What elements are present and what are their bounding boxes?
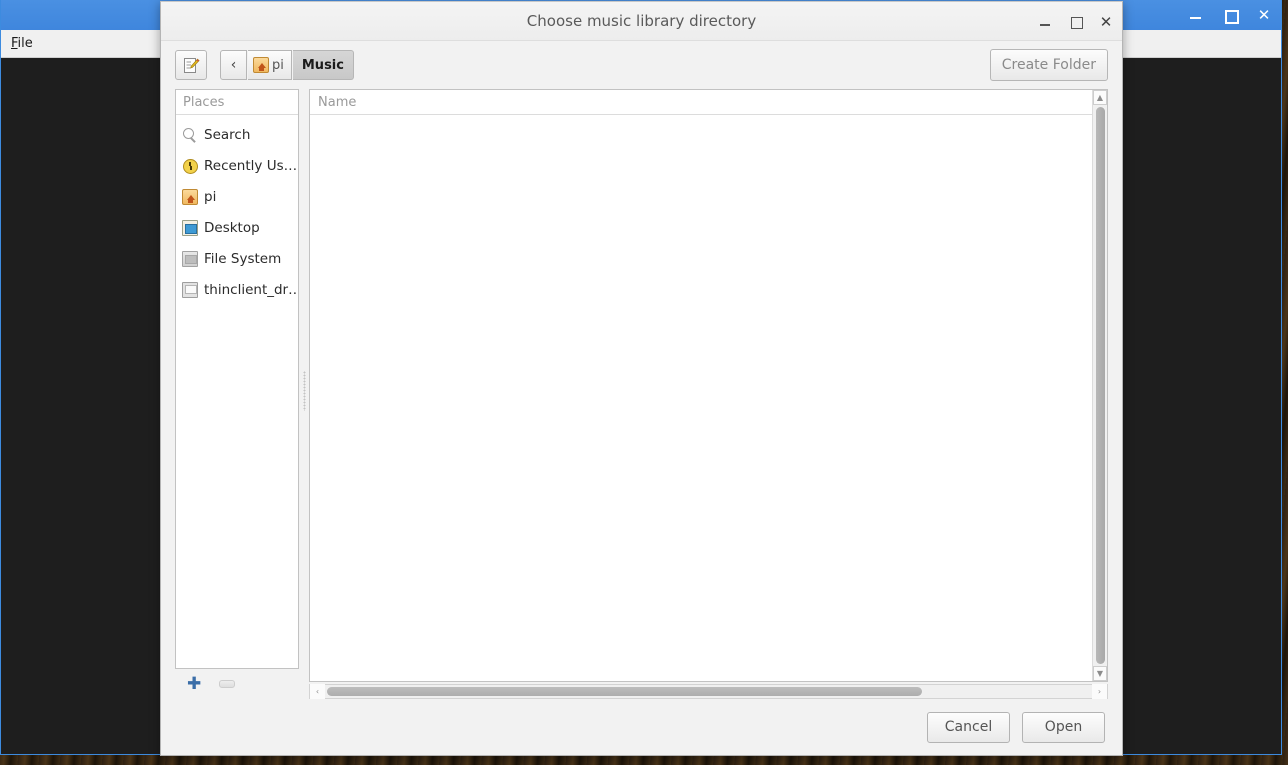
dialog-toolbar: ‹ pi Music Create Folder: [161, 41, 1122, 89]
create-folder-button[interactable]: Create Folder: [989, 49, 1108, 81]
sidebar-item-label: pi: [204, 188, 217, 205]
sidebar-item-pi[interactable]: pi: [176, 181, 298, 212]
pane-splitter[interactable]: [299, 89, 309, 699]
sidebar-item-label: thinclient_dr…: [204, 281, 298, 298]
sidebar-item-desktop[interactable]: Desktop: [176, 212, 298, 243]
back-button[interactable]: ‹: [220, 50, 247, 80]
dialog-titlebar: Choose music library directory ✕: [161, 2, 1122, 41]
thinclient-drive-icon: [182, 281, 198, 298]
breadcrumb-pi-label: pi: [272, 57, 284, 73]
splitter-grip[interactable]: [303, 371, 306, 411]
places-header: Places: [176, 90, 298, 115]
choose-directory-dialog: Choose music library directory ✕ ‹ pi Mu…: [160, 1, 1123, 756]
path-breadcrumb-bar[interactable]: ‹ pi Music: [220, 50, 354, 80]
vertical-scrollbar[interactable]: ▲ ▼: [1092, 90, 1107, 681]
minimize-icon[interactable]: [1189, 8, 1203, 22]
breadcrumb-music[interactable]: Music: [292, 50, 354, 80]
maximize-icon[interactable]: [1068, 14, 1084, 30]
background-window-controls[interactable]: ✕: [1189, 0, 1271, 30]
close-icon[interactable]: ✕: [1257, 8, 1271, 23]
horizontal-scrollbar[interactable]: ‹ ›: [309, 684, 1108, 699]
recent-clock-icon: [182, 158, 198, 174]
scroll-down-button[interactable]: ▼: [1093, 666, 1107, 681]
places-list[interactable]: Search Recently Us… pi Desktop File Syst…: [176, 115, 298, 305]
menu-item-file-rest: ile: [17, 36, 33, 51]
add-bookmark-button[interactable]: ✚: [187, 676, 201, 693]
sidebar-item-thinclient-drives[interactable]: thinclient_dr…: [176, 274, 298, 305]
file-list-box[interactable]: Name ▲ ▼: [309, 89, 1108, 682]
file-list-empty[interactable]: [310, 115, 1092, 681]
places-actions: ✚: [175, 669, 299, 699]
horizontal-scroll-thumb[interactable]: [327, 687, 923, 696]
dialog-footer: Cancel Open: [161, 699, 1122, 755]
breadcrumb-pi[interactable]: pi: [248, 50, 292, 80]
scroll-left-button[interactable]: ‹: [310, 684, 325, 699]
open-button[interactable]: Open: [1022, 711, 1105, 743]
remove-bookmark-button: [219, 680, 236, 688]
horizontal-scroll-track[interactable]: [325, 684, 1092, 699]
sidebar-item-label: File System: [204, 250, 282, 267]
sidebar-item-label: Desktop: [204, 219, 260, 236]
minimize-icon[interactable]: [1038, 14, 1054, 30]
scroll-right-button[interactable]: ›: [1092, 684, 1107, 699]
dialog-window-controls[interactable]: ✕: [1038, 2, 1114, 41]
places-pane: Places Search Recently Us… pi Desktop Fi…: [175, 89, 299, 699]
cancel-button[interactable]: Cancel: [927, 711, 1010, 743]
vertical-scroll-thumb[interactable]: [1096, 107, 1105, 664]
drive-icon: [182, 250, 198, 267]
home-folder-icon: [182, 188, 198, 205]
sidebar-item-file-system[interactable]: File System: [176, 243, 298, 274]
sidebar-item-search[interactable]: Search: [176, 119, 298, 150]
files-pane: Name ▲ ▼ ‹ ›: [309, 89, 1108, 699]
file-list-main[interactable]: Name: [310, 90, 1092, 681]
pencil-edit-icon: [183, 57, 200, 73]
home-folder-icon: [253, 57, 269, 73]
sidebar-item-recently-used[interactable]: Recently Us…: [176, 150, 298, 181]
close-icon[interactable]: ✕: [1098, 14, 1114, 30]
search-icon: [182, 127, 198, 143]
dialog-title: Choose music library directory: [526, 12, 757, 30]
type-file-name-button[interactable]: [175, 50, 207, 80]
places-sidebar[interactable]: Places Search Recently Us… pi Desktop Fi…: [175, 89, 299, 669]
dialog-body: Places Search Recently Us… pi Desktop Fi…: [161, 89, 1122, 699]
column-header-name[interactable]: Name: [310, 90, 1092, 115]
desktop-icon: [182, 219, 198, 236]
scroll-up-button[interactable]: ▲: [1093, 90, 1107, 105]
sidebar-item-label: Search: [204, 126, 251, 143]
menu-item-file[interactable]: File: [1, 33, 42, 54]
maximize-icon[interactable]: [1223, 8, 1239, 24]
vertical-scroll-track[interactable]: [1093, 105, 1107, 666]
sidebar-item-label: Recently Us…: [204, 157, 298, 174]
